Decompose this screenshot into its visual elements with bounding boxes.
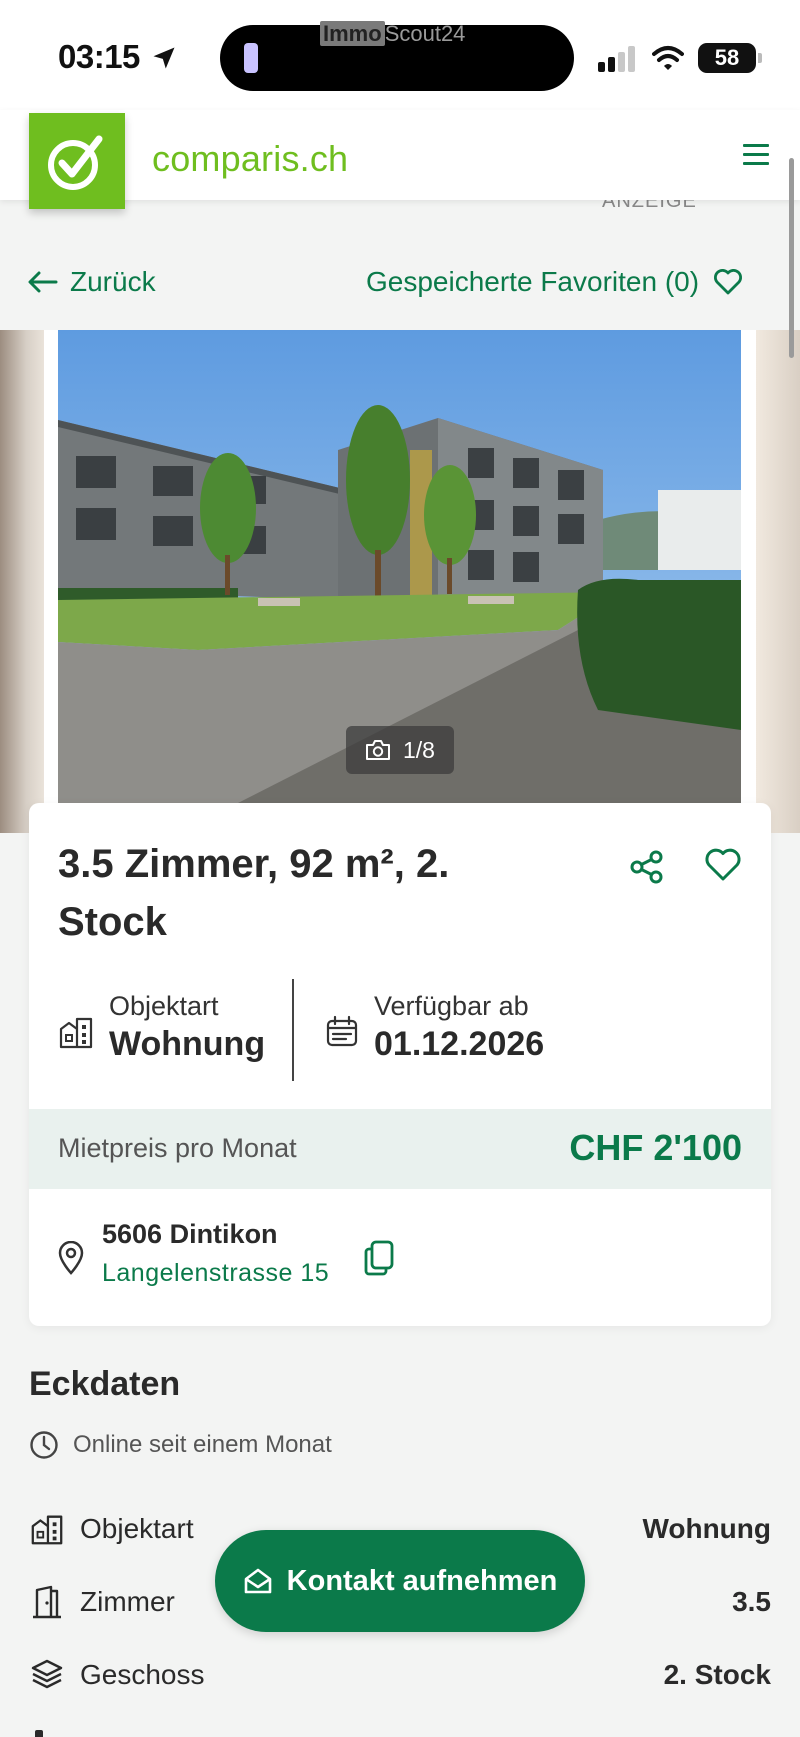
price-row: Mietpreis pro Monat CHF 2'100 [29, 1109, 771, 1189]
listing-title: 3.5 Zimmer, 92 m², 2. Stock [58, 842, 450, 944]
share-icon[interactable] [629, 849, 665, 885]
row-value: Wohnung [642, 1513, 771, 1544]
address-street[interactable]: Langelenstrasse 15 [102, 1259, 329, 1288]
previous-photo-peek[interactable] [0, 330, 44, 833]
saved-favorites-link[interactable]: Gespeicherte Favoriten (0) [366, 266, 743, 298]
arrow-left-icon [28, 271, 58, 293]
calendar-icon [326, 1015, 358, 1047]
listing-card: 3.5 Zimmer, 92 m², 2. Stock Objektart Wo… [29, 803, 771, 1326]
battery-indicator: 58 [698, 43, 762, 73]
scrollbar[interactable] [789, 158, 794, 358]
row-label: Objektart [80, 1513, 194, 1544]
favorites-label: Gespeicherte Favoriten (0) [366, 266, 700, 297]
back-link[interactable]: Zurück [28, 266, 156, 298]
address-city: 5606 Dintikon [102, 1219, 278, 1249]
heart-icon [714, 269, 743, 295]
online-since: Online seit einem Monat [29, 1430, 332, 1460]
partial-row-icon [35, 1730, 43, 1737]
contact-button-label: Kontakt aufnehmen [286, 1564, 558, 1597]
site-header: comparis.ch [0, 110, 800, 209]
island-banner: Immo Scout24 [320, 21, 465, 47]
photo-counter-text: 1/8 [403, 736, 435, 763]
envelope-open-icon [244, 1568, 271, 1594]
key-data-heading: Eckdaten [29, 1365, 181, 1403]
signal-icon [598, 46, 635, 72]
building-icon [59, 1017, 93, 1049]
check-logo-icon [48, 135, 103, 190]
available-from-value: 01.12.2026 [374, 1025, 545, 1063]
row-value: 2. Stock [663, 1659, 771, 1690]
location-arrow-icon [153, 47, 175, 69]
key-data-row-floor: Geschoss 2. Stock [29, 1655, 771, 1695]
comparis-logo[interactable] [29, 113, 125, 209]
flashlight-icon [244, 43, 258, 73]
status-time: 03:15 [58, 38, 140, 75]
contact-button[interactable]: Kontakt aufnehmen [215, 1530, 585, 1632]
copy-icon[interactable] [362, 1239, 396, 1277]
location-pin-icon [58, 1241, 84, 1275]
page: 03:15 Immo Scout24 58 comparis.ch ANZEIG… [0, 0, 800, 1737]
photo-gallery[interactable]: 1/8 [0, 330, 800, 833]
object-type-value: Wohnung [109, 1025, 266, 1063]
building-icon [31, 1515, 63, 1545]
available-from-label: Verfügbar ab [374, 991, 529, 1021]
status-bar: 03:15 Immo Scout24 58 [0, 0, 800, 110]
price-value: CHF 2'100 [569, 1127, 742, 1168]
favorite-heart-icon[interactable] [704, 847, 742, 883]
dynamic-island: Immo Scout24 [220, 21, 574, 91]
layers-icon [31, 1659, 63, 1689]
online-since-text: Online seit einem Monat [73, 1431, 332, 1458]
next-photo-peek[interactable] [756, 330, 800, 833]
object-type-label: Objektart [109, 991, 219, 1021]
back-label: Zurück [70, 266, 156, 297]
facts-divider [292, 979, 294, 1081]
photo-counter[interactable]: 1/8 [346, 726, 454, 774]
wifi-icon [652, 46, 684, 70]
logo-wordmark[interactable]: comparis.ch [152, 138, 348, 180]
price-label: Mietpreis pro Monat [58, 1133, 297, 1163]
clock-icon [30, 1431, 58, 1459]
row-value: 3.5 [732, 1586, 771, 1617]
camera-icon [366, 740, 390, 760]
key-facts: Objektart Wohnung Verfügbar ab 01.12.202… [29, 979, 771, 1081]
menu-icon[interactable] [743, 144, 769, 166]
row-label: Geschoss [80, 1659, 205, 1690]
key-data-row-partial [29, 1728, 771, 1737]
door-icon [33, 1585, 61, 1619]
row-label: Zimmer [80, 1586, 175, 1617]
